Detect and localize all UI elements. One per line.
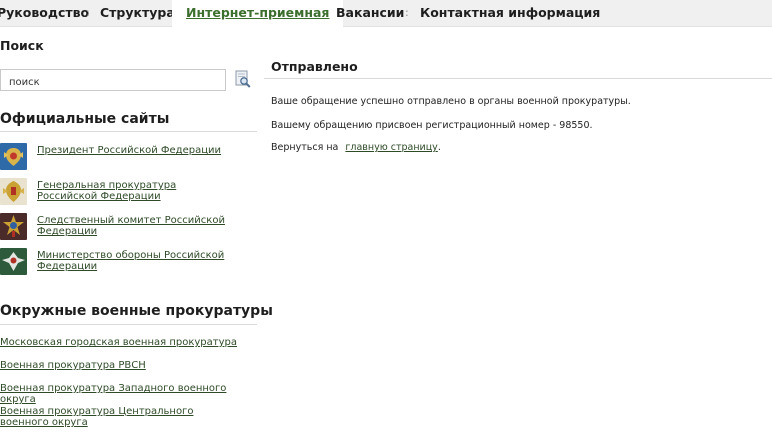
search-box	[0, 69, 226, 93]
prosecutor-emblem-icon	[0, 178, 27, 205]
search-input[interactable]	[1, 72, 225, 93]
nav-item-vacancies[interactable]: Вакансии	[336, 0, 404, 27]
site-link-president[interactable]: Президент Российской Федерации	[37, 145, 237, 156]
return-line: Вернуться на главную страницу.	[271, 142, 441, 153]
president-emblem-icon	[0, 143, 27, 170]
site-link-investigative-committee[interactable]: Следственный комитет Российской Федераци…	[37, 215, 237, 237]
return-suffix: .	[437, 142, 441, 153]
list-item: Генеральная прокуратура Российской Федер…	[0, 178, 257, 206]
list-item: Следственный комитет Российской Федераци…	[0, 213, 257, 241]
site-link-prosecutor-general[interactable]: Генеральная прокуратура Российской Федер…	[37, 180, 237, 202]
site-link-defense-ministry[interactable]: Министерство обороны Российской Федераци…	[37, 250, 237, 272]
nav-item-leadership[interactable]: Руководство	[0, 0, 89, 27]
nav-item-contacts[interactable]: Контактная информация	[420, 0, 600, 27]
divider	[264, 78, 772, 79]
nav-item-internet-reception[interactable]: Интернет-приемная	[172, 0, 344, 28]
return-prefix: Вернуться на	[271, 142, 339, 153]
nav-separator: :	[405, 6, 409, 19]
district-link-western[interactable]: Военная прокуратура Западного военного о…	[0, 383, 240, 405]
search-heading: Поиск	[0, 38, 44, 53]
success-message: Ваше обращение успешно отправлено в орга…	[271, 96, 631, 107]
divider	[0, 131, 257, 132]
list-item: Президент Российской Федерации	[0, 143, 257, 171]
nav-item-structure[interactable]: Структура	[100, 0, 175, 27]
district-link-moscow[interactable]: Московская городская военная прокуратура	[0, 337, 240, 348]
nav-separator: :	[86, 6, 90, 19]
investigative-committee-emblem-icon	[0, 213, 27, 240]
district-link-rvsn[interactable]: Военная прокуратура РВСН	[0, 360, 240, 371]
page-title: Отправлено	[271, 59, 358, 74]
home-page-link[interactable]: главную страницу	[345, 142, 437, 153]
top-navigation: Руководство : Структура Интернет-приемна…	[0, 0, 772, 28]
district-link-central[interactable]: Военная прокуратура Центрального военног…	[0, 406, 235, 428]
divider	[0, 324, 257, 325]
registration-number-message: Вашему обращению присвоен регистрационны…	[271, 120, 593, 131]
district-prosecutors-heading: Окружные военные прокуратуры	[0, 303, 273, 319]
search-button[interactable]	[234, 70, 252, 89]
official-sites-heading: Официальные сайты	[0, 111, 170, 127]
defense-ministry-emblem-icon	[0, 248, 27, 275]
search-icon	[235, 70, 251, 88]
list-item: Министерство обороны Российской Федераци…	[0, 248, 257, 276]
